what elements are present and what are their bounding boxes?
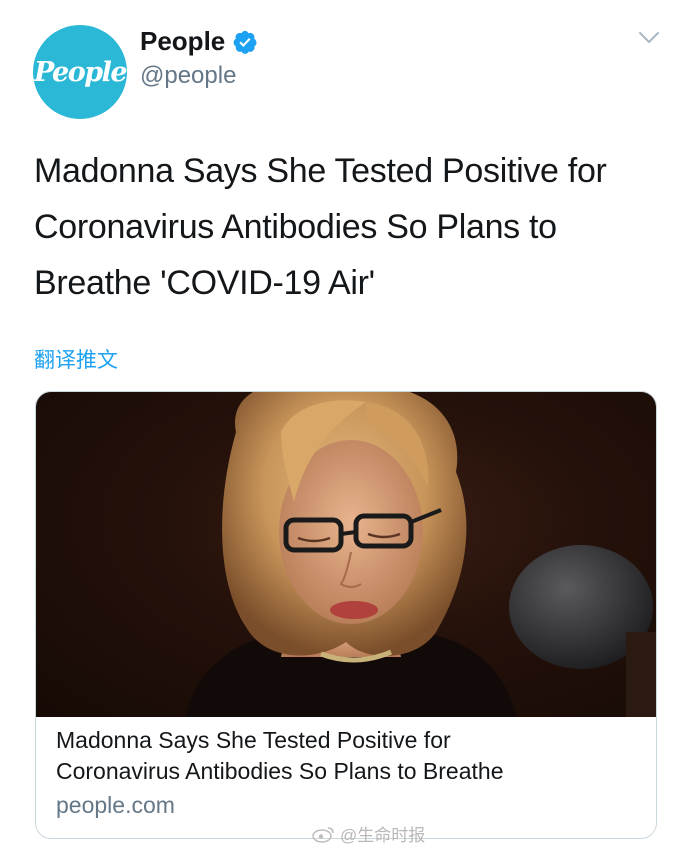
card-body: Madonna Says She Tested Positive for Cor… [36,717,656,822]
weibo-icon [312,826,334,843]
card-domain: people.com [56,792,175,818]
link-preview-card[interactable]: Madonna Says She Tested Positive for Cor… [35,391,657,839]
watermark-text: @生命时报 [340,826,426,845]
tweet-text: Madonna Says She Tested Positive for Cor… [34,143,664,311]
chevron-down-icon[interactable] [638,31,660,45]
card-title-line: Madonna Says She Tested Positive for [56,727,451,753]
card-photo-illustration [186,392,656,717]
tweet-line: Madonna Says She Tested Positive for [34,152,607,190]
avatar-logo-text: People [33,56,128,88]
card-image[interactable] [36,392,656,717]
tweet-line: Coronavirus Antibodies So Plans to [34,208,557,246]
verified-badge-icon [232,29,258,55]
tweet-line: Breathe 'COVID-19 Air' [34,264,375,302]
account-handle[interactable]: @people [140,62,236,90]
display-name[interactable]: People [140,26,225,57]
card-title-line: Coronavirus Antibodies So Plans to Breat… [56,758,504,784]
account-name-row: People [140,26,258,57]
translate-tweet-link[interactable]: 翻译推文 [34,344,118,374]
profile-avatar[interactable]: People [33,25,128,119]
watermark: @生命时报 [312,821,425,846]
card-title: Madonna Says She Tested Positive for Cor… [56,725,636,787]
